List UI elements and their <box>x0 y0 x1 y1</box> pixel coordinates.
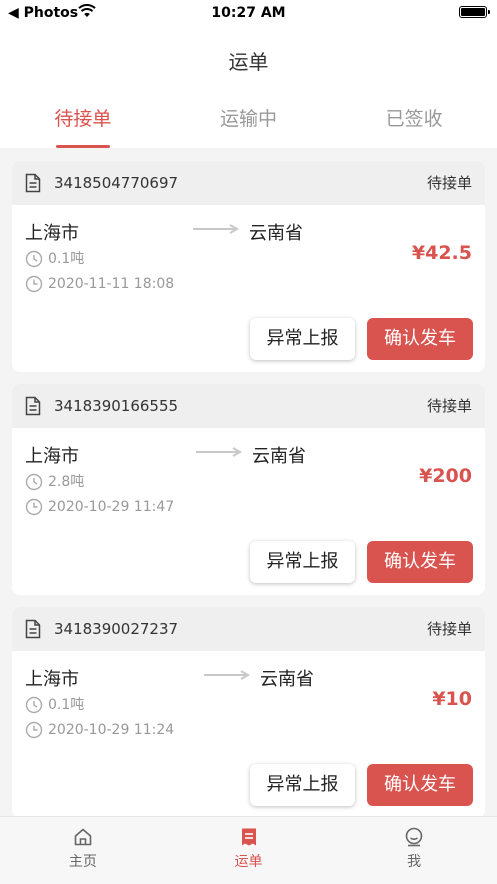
bottom-tab-bar: 主页 运单 我 <box>0 816 497 884</box>
order-datetime: 2020-10-29 11:24 <box>48 722 175 738</box>
clock-icon <box>25 721 43 739</box>
origin-city: 上海市 <box>25 223 79 244</box>
destination-province: 云南省 <box>260 669 314 690</box>
confirm-departure-button[interactable]: 确认发车 <box>367 318 473 360</box>
order-card[interactable]: 3418504770697 待接单 上海市 云南省 ¥42.5 0.1吨 202… <box>12 161 485 372</box>
tab-pending[interactable]: 待接单 <box>0 90 166 148</box>
report-exception-button[interactable]: 异常上报 <box>250 764 355 806</box>
destination-province: 云南省 <box>249 223 303 244</box>
tab-label: 运输中 <box>220 108 278 130</box>
order-datetime: 2020-11-11 18:08 <box>48 276 175 292</box>
document-icon <box>25 619 41 639</box>
tab-signed[interactable]: 已签收 <box>331 90 497 148</box>
order-card[interactable]: 3418390166555 待接单 上海市 云南省 ¥200 2.8吨 2020… <box>12 384 485 595</box>
status-bar: ◀ Photos 10:27 AM <box>0 0 497 26</box>
route-arrow-icon <box>204 670 250 680</box>
confirm-departure-button[interactable]: 确认发车 <box>367 541 473 583</box>
origin-city: 上海市 <box>25 669 79 690</box>
nav-bar: 运单 <box>0 26 497 90</box>
order-header: 3418390166555 待接单 <box>12 384 485 428</box>
tabbar-waybill[interactable]: 运单 <box>166 817 332 884</box>
timer-icon <box>25 250 43 268</box>
report-exception-button[interactable]: 异常上报 <box>250 541 355 583</box>
order-card[interactable]: 3418390027237 待接单 上海市 云南省 ¥10 0.1吨 2020-… <box>12 607 485 818</box>
order-datetime: 2020-10-29 11:47 <box>48 499 175 515</box>
waybill-icon <box>241 828 256 846</box>
route-arrow-icon <box>196 447 242 457</box>
tabbar-home[interactable]: 主页 <box>0 817 166 884</box>
timer-icon <box>25 473 43 491</box>
page-title: 运单 <box>228 50 269 74</box>
tabbar-profile[interactable]: 我 <box>331 817 497 884</box>
order-status: 待接单 <box>426 174 472 192</box>
document-icon <box>25 173 41 193</box>
document-icon <box>25 396 41 416</box>
cargo-weight: 0.1吨 <box>48 251 85 267</box>
order-number: 3418504770697 <box>54 174 179 192</box>
report-exception-button[interactable]: 异常上报 <box>250 318 355 360</box>
destination-province: 云南省 <box>252 446 306 467</box>
freight-price: ¥200 <box>419 465 472 487</box>
order-status: 待接单 <box>426 620 472 638</box>
order-status: 待接单 <box>426 397 472 415</box>
origin-city: 上海市 <box>25 446 79 467</box>
active-tab-indicator <box>55 145 110 148</box>
clock-icon <box>25 275 43 293</box>
order-header: 3418504770697 待接单 <box>12 161 485 205</box>
freight-price: ¥10 <box>432 688 472 710</box>
status-tabs: 待接单 运输中 已签收 <box>0 90 497 148</box>
battery-icon <box>459 6 490 18</box>
cargo-weight: 0.1吨 <box>48 697 85 713</box>
clock: 10:27 AM <box>211 5 286 21</box>
cargo-weight: 2.8吨 <box>48 474 85 490</box>
profile-icon <box>405 827 423 847</box>
timer-icon <box>25 696 43 714</box>
tab-label: 已签收 <box>385 108 443 130</box>
order-number: 3418390166555 <box>54 397 179 415</box>
confirm-departure-button[interactable]: 确认发车 <box>367 764 473 806</box>
tabbar-label: 我 <box>407 854 422 870</box>
tabbar-label: 主页 <box>68 854 97 870</box>
tabbar-label: 运单 <box>234 854 263 870</box>
clock-icon <box>25 498 43 516</box>
tab-label: 待接单 <box>54 108 112 130</box>
route-arrow-icon <box>193 224 239 234</box>
freight-price: ¥42.5 <box>411 242 472 264</box>
order-header: 3418390027237 待接单 <box>12 607 485 651</box>
tab-in-transit[interactable]: 运输中 <box>166 90 332 148</box>
order-number: 3418390027237 <box>54 620 179 638</box>
home-icon <box>74 828 92 846</box>
